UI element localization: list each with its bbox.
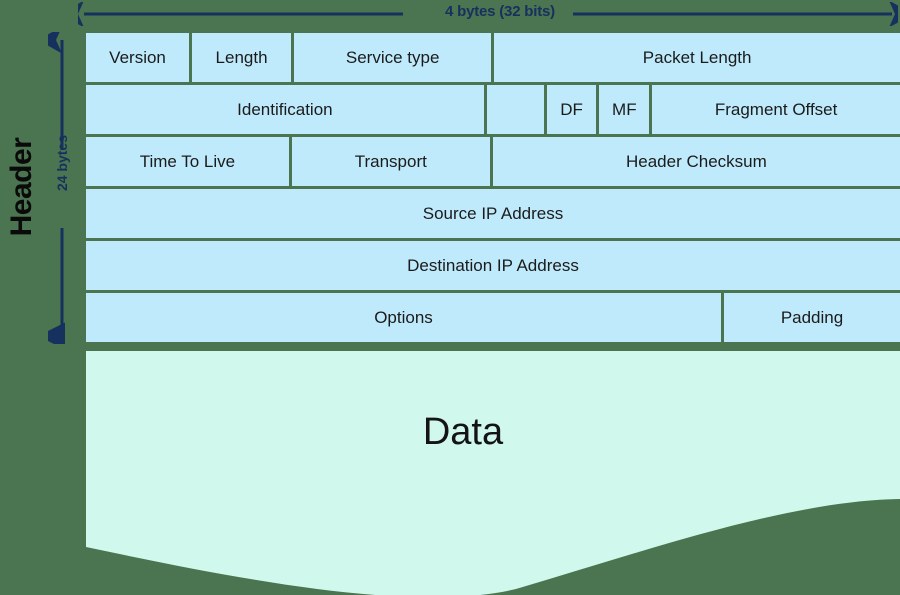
header-row-4: Source IP Address	[86, 189, 900, 238]
header-row-1: Version Length Service type Packet Lengt…	[86, 33, 900, 82]
header-row-3: Time To Live Transport Header Checksum	[86, 137, 900, 186]
data-section-label: Data	[422, 411, 504, 453]
field-fragment-offset: Fragment Offset	[652, 85, 900, 134]
field-mf-flag: MF	[599, 85, 650, 134]
ipv4-header-table: Version Length Service type Packet Lengt…	[86, 33, 900, 342]
field-length: Length	[192, 33, 292, 82]
field-df-flag: DF	[546, 85, 597, 134]
field-source-ip-address: Source IP Address	[86, 189, 900, 238]
field-transport: Transport	[291, 137, 490, 186]
field-packet-length: Packet Length	[494, 33, 900, 82]
header-section-label: Header	[5, 137, 38, 237]
field-destination-ip-address: Destination IP Address	[86, 241, 900, 290]
header-row-5: Destination IP Address	[86, 241, 900, 290]
height-measure-label: 24 bytes	[54, 134, 70, 192]
header-row-6: Options Padding	[86, 293, 900, 342]
field-flags-reserved	[486, 85, 544, 134]
field-padding: Padding	[724, 293, 900, 342]
field-header-checksum: Header Checksum	[492, 137, 900, 186]
header-row-2: Identification DF MF Fragment Offset	[86, 85, 900, 134]
field-options: Options	[86, 293, 722, 342]
width-measure-label: 4 bytes (32 bits)	[445, 3, 555, 20]
data-section: Data	[86, 351, 900, 595]
field-identification: Identification	[86, 85, 484, 134]
data-section-shape	[86, 351, 900, 595]
field-version: Version	[86, 33, 190, 82]
field-service-type: Service type	[294, 33, 492, 82]
field-time-to-live: Time To Live	[86, 137, 289, 186]
diagram-canvas: 4 bytes (32 bits) 24 bytes Header Versio…	[0, 0, 900, 595]
